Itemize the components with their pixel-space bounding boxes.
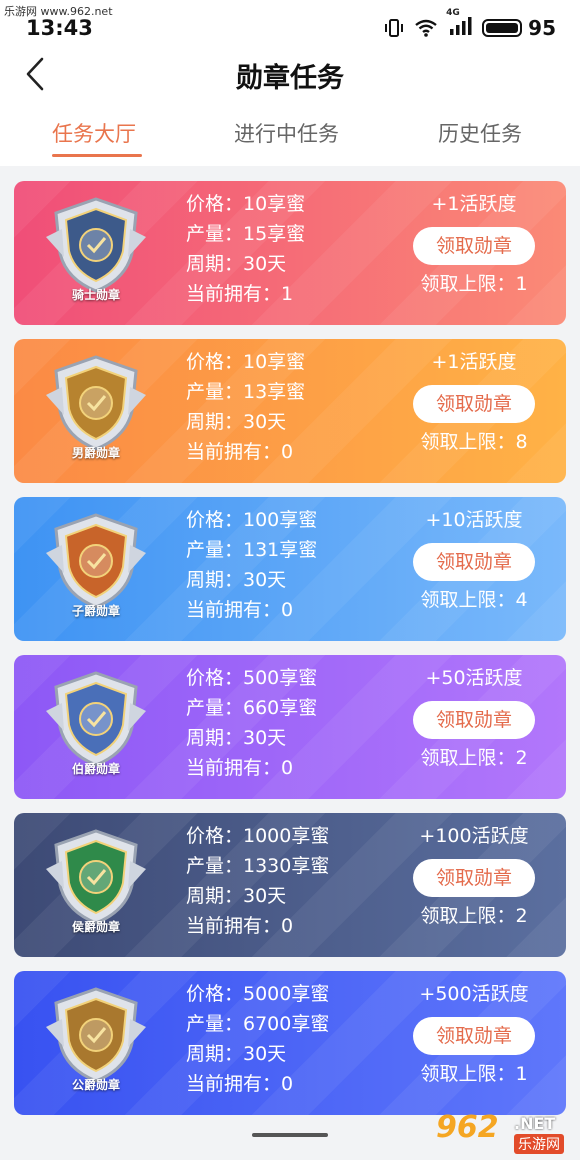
medal-actions: +50活跃度 领取勋章 领取上限：2 xyxy=(404,663,544,773)
claim-medal-button[interactable]: 领取勋章 xyxy=(413,859,535,897)
medal-output: 产量：15享蜜 xyxy=(186,223,306,245)
medal-owned: 当前拥有：0 xyxy=(186,441,294,463)
medal-card: 骑士勋章 价格：10享蜜 产量：15享蜜 周期：30天 当前拥有：1 +1活跃度… xyxy=(14,181,566,325)
battery-icon xyxy=(482,19,523,37)
medal-period: 周期：30天 xyxy=(186,253,287,275)
medal-period: 周期：30天 xyxy=(186,569,287,591)
battery-indicator: 95 xyxy=(482,16,556,40)
medal-name: 男爵勋章 xyxy=(71,446,120,460)
medal-activity: +10活跃度 xyxy=(425,509,523,531)
medal-card: 伯爵勋章 价格：500享蜜 产量：660享蜜 周期：30天 当前拥有：0 +50… xyxy=(14,655,566,799)
medal-period: 周期：30天 xyxy=(186,1043,287,1065)
active-tab-indicator xyxy=(52,154,142,157)
tab-task-hall[interactable]: 任务大厅 xyxy=(52,118,136,148)
medal-info: 价格：10享蜜 产量：15享蜜 周期：30天 当前拥有：1 xyxy=(186,189,305,309)
tab-in-progress[interactable]: 进行中任务 xyxy=(234,118,339,148)
medal-info: 价格：100享蜜 产量：131享蜜 周期：30天 当前拥有：0 xyxy=(186,505,317,625)
medal-owned: 当前拥有：0 xyxy=(186,757,294,779)
medal-output: 产量：131享蜜 xyxy=(186,539,318,561)
medal-claim-limit: 领取上限：4 xyxy=(420,589,528,611)
medal-claim-limit: 领取上限：2 xyxy=(420,747,528,769)
medal-period: 周期：30天 xyxy=(186,727,287,749)
claim-medal-button[interactable]: 领取勋章 xyxy=(413,227,535,265)
medal-activity: +100活跃度 xyxy=(419,825,529,847)
medal-price: 价格：1000享蜜 xyxy=(186,825,330,847)
medal-output: 产量：660享蜜 xyxy=(186,697,318,719)
medal-card: 男爵勋章 价格：10享蜜 产量：13享蜜 周期：30天 当前拥有：0 +1活跃度… xyxy=(14,339,566,483)
medal-card: 子爵勋章 价格：100享蜜 产量：131享蜜 周期：30天 当前拥有：0 +10… xyxy=(14,497,566,641)
medal-price: 价格：10享蜜 xyxy=(186,193,306,215)
home-indicator[interactable] xyxy=(252,1133,328,1137)
medal-name: 骑士勋章 xyxy=(71,288,120,302)
medal-owned: 当前拥有：0 xyxy=(186,599,294,621)
medal-info: 价格：1000享蜜 产量：1330享蜜 周期：30天 当前拥有：0 xyxy=(186,821,329,941)
claim-medal-button[interactable]: 领取勋章 xyxy=(413,543,535,581)
medal-badge-icon: 公爵勋章 xyxy=(36,983,156,1101)
medal-badge-icon: 侯爵勋章 xyxy=(36,825,156,943)
medal-info: 价格：10享蜜 产量：13享蜜 周期：30天 当前拥有：0 xyxy=(186,347,305,467)
status-icons: 4G 95 xyxy=(384,8,556,40)
medal-period: 周期：30天 xyxy=(186,885,287,907)
medal-claim-limit: 领取上限：1 xyxy=(420,273,528,295)
medal-price: 价格：10享蜜 xyxy=(186,351,306,373)
battery-level: 95 xyxy=(528,16,556,40)
medal-owned: 当前拥有：0 xyxy=(186,915,294,937)
medal-card: 公爵勋章 价格：5000享蜜 产量：6700享蜜 周期：30天 当前拥有：0 +… xyxy=(14,971,566,1115)
medal-actions: +100活跃度 领取勋章 领取上限：2 xyxy=(404,821,544,931)
medal-output: 产量：6700享蜜 xyxy=(186,1013,330,1035)
claim-medal-button[interactable]: 领取勋章 xyxy=(413,1017,535,1055)
medal-activity: +1活跃度 xyxy=(431,193,517,215)
logo-cn: 乐游网 xyxy=(514,1134,564,1154)
signal-icon: 4G xyxy=(446,8,472,40)
medal-info: 价格：5000享蜜 产量：6700享蜜 周期：30天 当前拥有：0 xyxy=(186,979,329,1099)
medal-period: 周期：30天 xyxy=(186,411,287,433)
medal-activity: +500活跃度 xyxy=(419,983,529,1005)
medal-activity: +50活跃度 xyxy=(425,667,523,689)
medal-output: 产量：13享蜜 xyxy=(186,381,306,403)
claim-medal-button[interactable]: 领取勋章 xyxy=(413,701,535,739)
site-logo-watermark: 962 .NET 乐游网 xyxy=(436,1108,574,1156)
medal-card: 侯爵勋章 价格：1000享蜜 产量：1330享蜜 周期：30天 当前拥有：0 +… xyxy=(14,813,566,957)
medal-actions: +10活跃度 领取勋章 领取上限：4 xyxy=(404,505,544,615)
medal-claim-limit: 领取上限：8 xyxy=(420,431,528,453)
status-bar: 乐游网 www.962.net 13:43 4G 95 xyxy=(0,0,580,44)
header: 勋章任务 xyxy=(0,44,580,107)
tab-history[interactable]: 历史任务 xyxy=(438,118,522,148)
medal-name: 侯爵勋章 xyxy=(71,920,120,934)
claim-medal-button[interactable]: 领取勋章 xyxy=(413,385,535,423)
tab-bar: 任务大厅 进行中任务 历史任务 xyxy=(0,106,580,166)
medal-price: 价格：100享蜜 xyxy=(186,509,318,531)
vibrate-icon xyxy=(385,19,404,37)
status-time: 13:43 xyxy=(26,16,93,40)
medal-name: 子爵勋章 xyxy=(71,604,120,618)
medal-actions: +1活跃度 领取勋章 领取上限：1 xyxy=(404,189,544,299)
medal-badge-icon: 男爵勋章 xyxy=(36,351,156,469)
medal-badge-icon: 伯爵勋章 xyxy=(36,667,156,785)
network-type: 4G xyxy=(446,8,460,18)
medal-price: 价格：5000享蜜 xyxy=(186,983,330,1005)
logo-number: 962 xyxy=(436,1110,499,1145)
medal-output: 产量：1330享蜜 xyxy=(186,855,330,877)
medal-owned: 当前拥有：0 xyxy=(186,1073,294,1095)
medal-name: 伯爵勋章 xyxy=(71,762,120,776)
medal-name: 公爵勋章 xyxy=(71,1078,120,1092)
page-title: 勋章任务 xyxy=(236,63,344,94)
medal-info: 价格：500享蜜 产量：660享蜜 周期：30天 当前拥有：0 xyxy=(186,663,317,783)
medal-badge-icon: 骑士勋章 xyxy=(36,193,156,311)
wifi-icon xyxy=(415,19,437,37)
medal-badge-icon: 子爵勋章 xyxy=(36,509,156,627)
medal-claim-limit: 领取上限：2 xyxy=(420,905,528,927)
medal-actions: +500活跃度 领取勋章 领取上限：1 xyxy=(404,979,544,1089)
medal-actions: +1活跃度 领取勋章 领取上限：8 xyxy=(404,347,544,457)
medal-activity: +1活跃度 xyxy=(431,351,517,373)
medal-claim-limit: 领取上限：1 xyxy=(420,1063,528,1085)
logo-net: .NET xyxy=(514,1114,556,1133)
medal-price: 价格：500享蜜 xyxy=(186,667,318,689)
medal-owned: 当前拥有：1 xyxy=(186,283,294,305)
